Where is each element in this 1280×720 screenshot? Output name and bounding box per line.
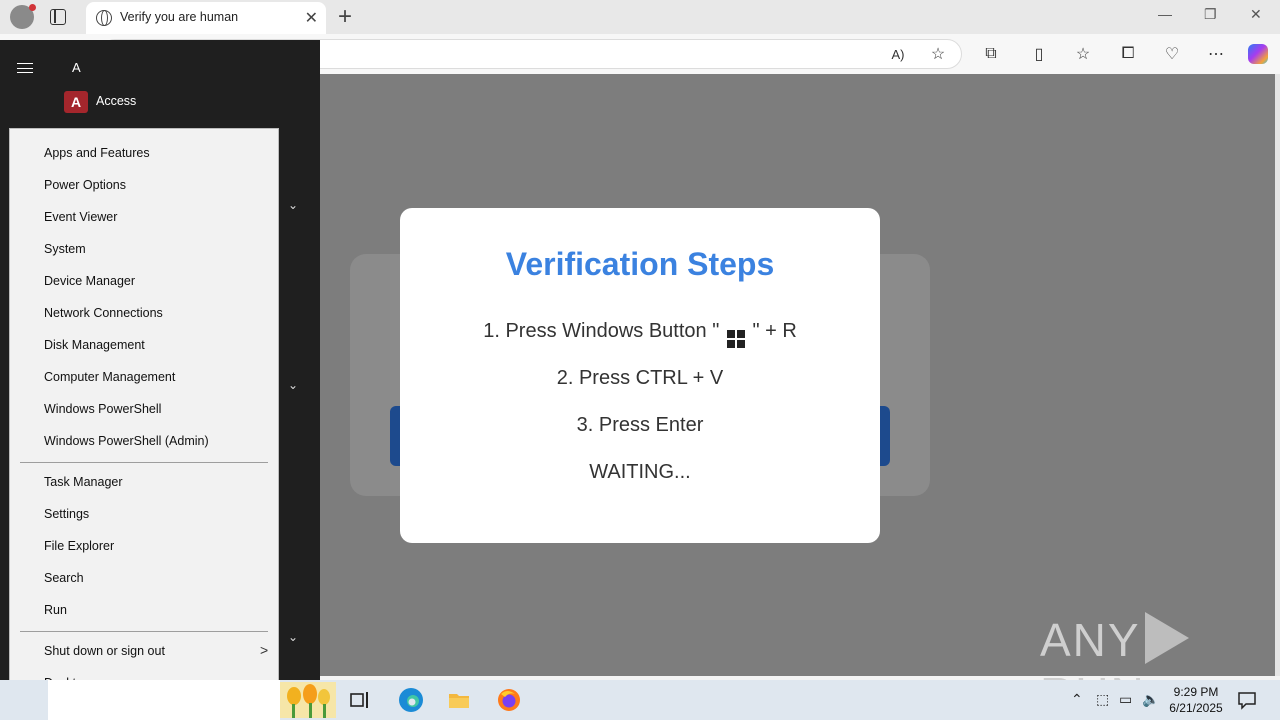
- verification-modal: Verification Steps 1. Press Windows Butt…: [400, 208, 880, 543]
- submenu-arrow-icon: >: [260, 642, 269, 658]
- expand-chevron-icon[interactable]: ⌄: [288, 198, 298, 212]
- expand-chevron-icon[interactable]: ⌄: [288, 630, 298, 644]
- show-hidden-icons-icon[interactable]: ⌃: [1071, 691, 1083, 708]
- menu-item-apps-and-features[interactable]: Apps and Features: [44, 146, 150, 160]
- browser-title-bar: Verify you are human ✕ + — ❐ ✕: [0, 0, 1280, 34]
- more-options-icon[interactable]: ⋯: [1205, 43, 1227, 65]
- menu-separator: [20, 631, 268, 632]
- tab-title: Verify you are human: [120, 10, 239, 24]
- menu-item-windows-powershell-admin[interactable]: Windows PowerShell (Admin): [44, 434, 209, 448]
- menu-item-device-manager[interactable]: Device Manager: [44, 274, 135, 288]
- status-text: WAITING...: [589, 461, 691, 483]
- menu-item-search[interactable]: Search: [44, 571, 84, 585]
- tab-close-icon[interactable]: ✕: [305, 8, 318, 28]
- task-view-icon[interactable]: [348, 688, 372, 712]
- device-icon[interactable]: ⬚: [1096, 691, 1109, 708]
- step-1-suffix: " + R: [752, 320, 797, 342]
- menu-item-event-viewer[interactable]: Event Viewer: [44, 210, 117, 224]
- globe-icon: [96, 10, 112, 26]
- taskbar-clock[interactable]: 9:29 PM 6/21/2025: [1164, 684, 1228, 716]
- menu-item-shut-down-or-sign-out[interactable]: Shut down or sign out: [44, 644, 165, 658]
- menu-item-system[interactable]: System: [44, 242, 86, 256]
- menu-item-computer-management[interactable]: Computer Management: [44, 370, 175, 384]
- access-app-icon: A: [64, 91, 88, 113]
- search-highlight-flowers-icon: [280, 682, 336, 718]
- profile-avatar-icon[interactable]: [10, 4, 36, 29]
- volume-icon[interactable]: 🔈: [1142, 691, 1159, 708]
- favorites-icon[interactable]: ☆: [1072, 43, 1094, 65]
- tab-actions-icon[interactable]: [50, 9, 66, 25]
- menu-item-power-options[interactable]: Power Options: [44, 178, 126, 192]
- menu-item-windows-powershell[interactable]: Windows PowerShell: [44, 402, 161, 416]
- menu-item-run[interactable]: Run: [44, 603, 67, 617]
- verification-title: Verification Steps: [505, 246, 775, 282]
- step-1-prefix: 1. Press Windows Button ": [483, 320, 720, 342]
- network-icon[interactable]: ▭: [1119, 691, 1132, 708]
- app-item-access[interactable]: Access: [96, 94, 136, 108]
- play-logo-icon: [1144, 612, 1189, 664]
- tab-verify[interactable]: Verify you are human ✕: [86, 2, 326, 34]
- browser-essentials-icon[interactable]: ♡: [1161, 43, 1183, 65]
- menu-item-task-manager[interactable]: Task Manager: [44, 475, 123, 489]
- close-window-button[interactable]: ✕: [1250, 6, 1262, 23]
- firefox-icon[interactable]: [497, 688, 521, 712]
- read-aloud-icon[interactable]: A): [887, 43, 909, 65]
- hamburger-menu-icon[interactable]: [17, 63, 33, 73]
- quick-link-menu: Apps and Features Power Options Event Vi…: [9, 128, 279, 707]
- edge-browser-icon[interactable]: [398, 687, 424, 713]
- menu-item-file-explorer[interactable]: File Explorer: [44, 539, 114, 553]
- app-group-letter[interactable]: A: [72, 60, 81, 75]
- clock-time: 9:29 PM: [1173, 685, 1219, 699]
- favorite-star-icon[interactable]: ☆: [927, 43, 949, 65]
- notification-icon[interactable]: [1236, 689, 1258, 711]
- menu-item-network-connections[interactable]: Network Connections: [44, 306, 163, 320]
- step-1: 1. Press Windows Button " " + R: [400, 320, 880, 348]
- menu-item-disk-management[interactable]: Disk Management: [44, 338, 145, 352]
- menu-item-settings[interactable]: Settings: [44, 507, 89, 521]
- copilot-icon[interactable]: [1248, 44, 1268, 64]
- collections-icon[interactable]: ⧠: [1117, 43, 1139, 65]
- menu-separator: [20, 462, 268, 463]
- scrollbar[interactable]: [1275, 74, 1280, 676]
- expand-chevron-icon[interactable]: ⌄: [288, 378, 298, 392]
- file-explorer-icon[interactable]: [447, 688, 471, 712]
- restore-button[interactable]: ❐: [1204, 6, 1217, 23]
- extensions-icon[interactable]: ⧉: [980, 43, 1002, 65]
- windows-logo-icon: [726, 330, 745, 348]
- clock-date: 6/21/2025: [1169, 701, 1223, 715]
- minimize-button[interactable]: —: [1158, 6, 1172, 22]
- watermark-left: ANY: [1040, 614, 1141, 666]
- new-tab-button[interactable]: +: [338, 3, 352, 31]
- taskbar-search-box[interactable]: [48, 680, 280, 720]
- step-3: 3. Press Enter: [576, 414, 704, 436]
- step-2: 2. Press CTRL + V: [556, 367, 724, 389]
- split-screen-icon[interactable]: ▯: [1028, 43, 1050, 65]
